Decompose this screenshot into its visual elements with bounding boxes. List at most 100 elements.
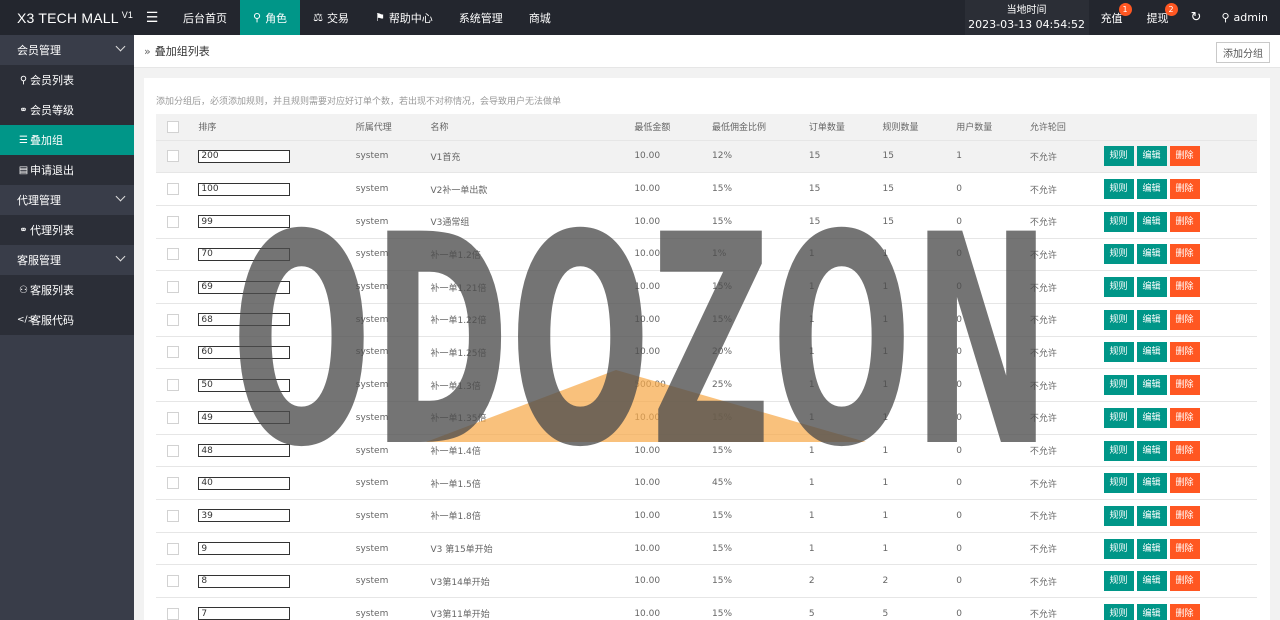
delete-button[interactable]: 删除 — [1169, 407, 1200, 428]
edit-button[interactable]: 编辑 — [1136, 473, 1167, 494]
sort-input[interactable] — [198, 476, 291, 490]
row-checkbox[interactable] — [167, 215, 179, 228]
edit-button[interactable]: 编辑 — [1136, 603, 1167, 620]
delete-button[interactable]: 删除 — [1169, 309, 1200, 330]
nav-item-role[interactable]: ⚲ 角色 — [240, 0, 301, 35]
row-checkbox[interactable] — [167, 477, 179, 490]
row-checkbox[interactable] — [167, 346, 179, 359]
edit-button[interactable]: 编辑 — [1136, 146, 1167, 167]
row-checkbox[interactable] — [167, 150, 179, 163]
menu-toggle-button[interactable]: ☰ — [134, 0, 170, 35]
sidebar-item-service-list[interactable]: ⚇ 客服列表 — [0, 275, 134, 305]
edit-button[interactable]: 编辑 — [1136, 277, 1167, 298]
delete-button[interactable]: 删除 — [1169, 179, 1200, 200]
delete-button[interactable]: 删除 — [1169, 571, 1200, 592]
rule-button[interactable]: 规则 — [1103, 244, 1134, 265]
rule-button[interactable]: 规则 — [1103, 342, 1134, 363]
edit-button[interactable]: 编辑 — [1136, 179, 1167, 200]
user-menu[interactable]: ⚲ admin — [1211, 0, 1280, 35]
edit-button[interactable]: 编辑 — [1136, 440, 1167, 461]
refresh-button[interactable]: ↻ — [1181, 0, 1212, 35]
nav-item-help[interactable]: ⚑ 帮助中心 — [362, 0, 446, 35]
delete-button[interactable]: 删除 — [1169, 146, 1200, 167]
edit-button[interactable]: 编辑 — [1136, 538, 1167, 559]
delete-button[interactable]: 删除 — [1169, 342, 1200, 363]
rule-button[interactable]: 规则 — [1103, 211, 1134, 232]
sort-input[interactable] — [198, 607, 291, 620]
edit-button[interactable]: 编辑 — [1136, 571, 1167, 592]
row-checkbox[interactable] — [167, 411, 179, 424]
rule-button[interactable]: 规则 — [1103, 407, 1134, 428]
row-checkbox[interactable] — [167, 542, 179, 555]
sort-input[interactable] — [198, 149, 291, 163]
delete-button[interactable]: 删除 — [1169, 211, 1200, 232]
sidebar-group-service[interactable]: 客服管理 — [0, 245, 134, 275]
nav-item-mall[interactable]: 商城 — [516, 0, 564, 35]
sort-input[interactable] — [198, 509, 291, 523]
add-group-button[interactable]: 添加分组 — [1216, 42, 1270, 63]
row-checkbox[interactable] — [167, 313, 179, 326]
sort-input[interactable] — [198, 345, 291, 359]
sidebar-item-apply-exit[interactable]: ▤ 申请退出 — [0, 155, 134, 185]
row-checkbox[interactable] — [167, 248, 179, 261]
sort-input[interactable] — [198, 444, 291, 458]
sidebar-item-member-level[interactable]: ⚭ 会员等级 — [0, 95, 134, 125]
sidebar-item-service-code[interactable]: </> 客服代码 — [0, 305, 134, 335]
header-sort[interactable]: 排序 — [198, 114, 356, 141]
row-checkbox[interactable] — [167, 444, 179, 457]
rule-button[interactable]: 规则 — [1103, 473, 1134, 494]
edit-button[interactable]: 编辑 — [1136, 342, 1167, 363]
rule-button[interactable]: 规则 — [1103, 538, 1134, 559]
delete-button[interactable]: 删除 — [1169, 375, 1200, 396]
row-checkbox[interactable] — [167, 607, 179, 620]
rule-button[interactable]: 规则 — [1103, 179, 1134, 200]
nav-item-trade[interactable]: ⚖ 交易 — [300, 0, 362, 35]
app-logo[interactable]: X3 TECH MALL V1 — [0, 0, 134, 35]
delete-button[interactable]: 删除 — [1169, 538, 1200, 559]
rule-button[interactable]: 规则 — [1103, 603, 1134, 620]
edit-button[interactable]: 编辑 — [1136, 211, 1167, 232]
edit-button[interactable]: 编辑 — [1136, 505, 1167, 526]
nav-item-home[interactable]: 后台首页 — [170, 0, 240, 35]
withdraw-button[interactable]: 提现 2 — [1135, 0, 1181, 35]
rule-button[interactable]: 规则 — [1103, 440, 1134, 461]
sort-input[interactable] — [198, 542, 291, 556]
sort-input[interactable] — [198, 215, 291, 229]
row-checkbox[interactable] — [167, 509, 179, 522]
delete-button[interactable]: 删除 — [1169, 473, 1200, 494]
rule-button[interactable]: 规则 — [1103, 277, 1134, 298]
row-checkbox[interactable] — [167, 281, 179, 294]
rule-button[interactable]: 规则 — [1103, 309, 1134, 330]
sort-input[interactable] — [198, 378, 291, 392]
sidebar-group-members[interactable]: 会员管理 — [0, 35, 134, 65]
sidebar-item-stack-group[interactable]: ☰ 叠加组 — [0, 125, 134, 155]
delete-button[interactable]: 删除 — [1169, 277, 1200, 298]
sort-input[interactable] — [198, 411, 291, 425]
delete-button[interactable]: 删除 — [1169, 603, 1200, 620]
edit-button[interactable]: 编辑 — [1136, 309, 1167, 330]
rule-button[interactable]: 规则 — [1103, 571, 1134, 592]
edit-button[interactable]: 编辑 — [1136, 244, 1167, 265]
sidebar-item-member-list[interactable]: ⚲ 会员列表 — [0, 65, 134, 95]
edit-button[interactable]: 编辑 — [1136, 407, 1167, 428]
recharge-button[interactable]: 充值 1 — [1089, 0, 1135, 35]
delete-button[interactable]: 删除 — [1169, 244, 1200, 265]
sidebar-group-agents[interactable]: 代理管理 — [0, 185, 134, 215]
delete-button[interactable]: 删除 — [1169, 440, 1200, 461]
nav-item-system[interactable]: 系统管理 — [446, 0, 516, 35]
sort-input[interactable] — [198, 313, 291, 327]
rule-button[interactable]: 规则 — [1103, 146, 1134, 167]
sidebar-item-agent-list[interactable]: ⚭ 代理列表 — [0, 215, 134, 245]
sort-input[interactable] — [198, 247, 291, 261]
rule-button[interactable]: 规则 — [1103, 375, 1134, 396]
row-checkbox[interactable] — [167, 379, 179, 392]
sort-input[interactable] — [198, 574, 291, 588]
row-checkbox[interactable] — [167, 575, 179, 588]
sort-input[interactable] — [198, 280, 291, 294]
row-checkbox[interactable] — [167, 183, 179, 196]
select-all-checkbox[interactable] — [167, 120, 179, 133]
rule-button[interactable]: 规则 — [1103, 505, 1134, 526]
edit-button[interactable]: 编辑 — [1136, 375, 1167, 396]
delete-button[interactable]: 删除 — [1169, 505, 1200, 526]
sort-input[interactable] — [198, 182, 291, 196]
